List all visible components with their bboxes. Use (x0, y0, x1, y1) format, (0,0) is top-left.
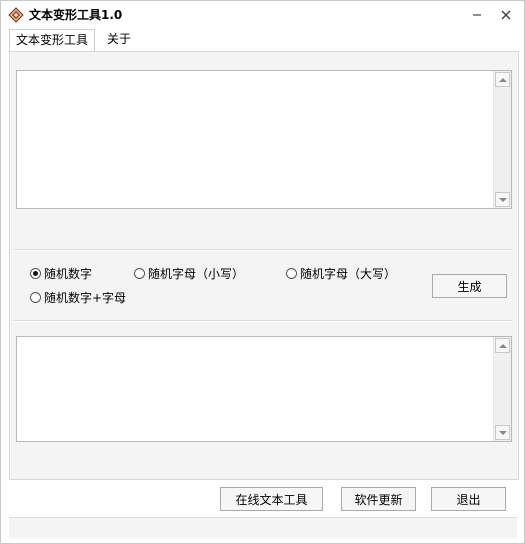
radio-unselected-icon (134, 267, 145, 279)
close-icon (501, 10, 511, 20)
radio-unselected-icon (30, 291, 41, 303)
scroll-down-button[interactable] (495, 192, 510, 207)
radio-random-lowercase[interactable]: 随机字母（小写） (134, 265, 244, 281)
input-scrollbar[interactable] (493, 71, 511, 208)
minimize-button[interactable] (464, 5, 490, 25)
radio-unselected-icon (286, 267, 297, 279)
diamond-app-icon (8, 7, 24, 23)
online-text-tools-button[interactable]: 在线文本工具 (220, 487, 323, 511)
scroll-down-button[interactable] (495, 425, 510, 440)
app-window: 文本变形工具1.0 文本变形工具 关于 随机数字 随机字母（小写） 随机字母（大… (0, 0, 525, 544)
scroll-down-icon (498, 430, 507, 435)
divider (14, 249, 512, 251)
scroll-up-button[interactable] (495, 338, 510, 353)
main-panel: 随机数字 随机字母（小写） 随机字母（大写） 随机数字+字母 生成 (9, 51, 519, 480)
minimize-icon (473, 14, 481, 16)
tab-text-transform[interactable]: 文本变形工具 (9, 29, 96, 52)
radio-random-uppercase[interactable]: 随机字母（大写） (286, 265, 396, 281)
scroll-up-icon (498, 343, 507, 348)
scroll-up-button[interactable] (495, 72, 510, 87)
input-textarea[interactable] (16, 70, 512, 209)
divider (14, 320, 512, 322)
tab-about[interactable]: 关于 (101, 29, 137, 51)
scroll-up-icon (498, 77, 507, 82)
title-bar[interactable]: 文本变形工具1.0 (1, 1, 524, 29)
generate-button[interactable]: 生成 (432, 274, 507, 298)
software-update-button[interactable]: 软件更新 (341, 487, 416, 511)
radio-selected-icon (30, 267, 41, 279)
status-bar (9, 517, 517, 538)
radio-label: 随机数字+字母 (44, 290, 127, 305)
output-textarea[interactable] (16, 336, 512, 442)
scroll-down-icon (498, 197, 507, 202)
radio-random-digits[interactable]: 随机数字 (30, 265, 92, 281)
window-title: 文本变形工具1.0 (29, 8, 123, 22)
radio-random-digits-letters[interactable]: 随机数字+字母 (30, 289, 126, 305)
output-scrollbar[interactable] (493, 337, 511, 441)
exit-button[interactable]: 退出 (431, 487, 506, 511)
radio-label: 随机字母（大写） (300, 266, 397, 281)
radio-label: 随机字母（小写） (148, 266, 245, 281)
radio-label: 随机数字 (44, 266, 93, 281)
close-button[interactable] (493, 5, 519, 25)
